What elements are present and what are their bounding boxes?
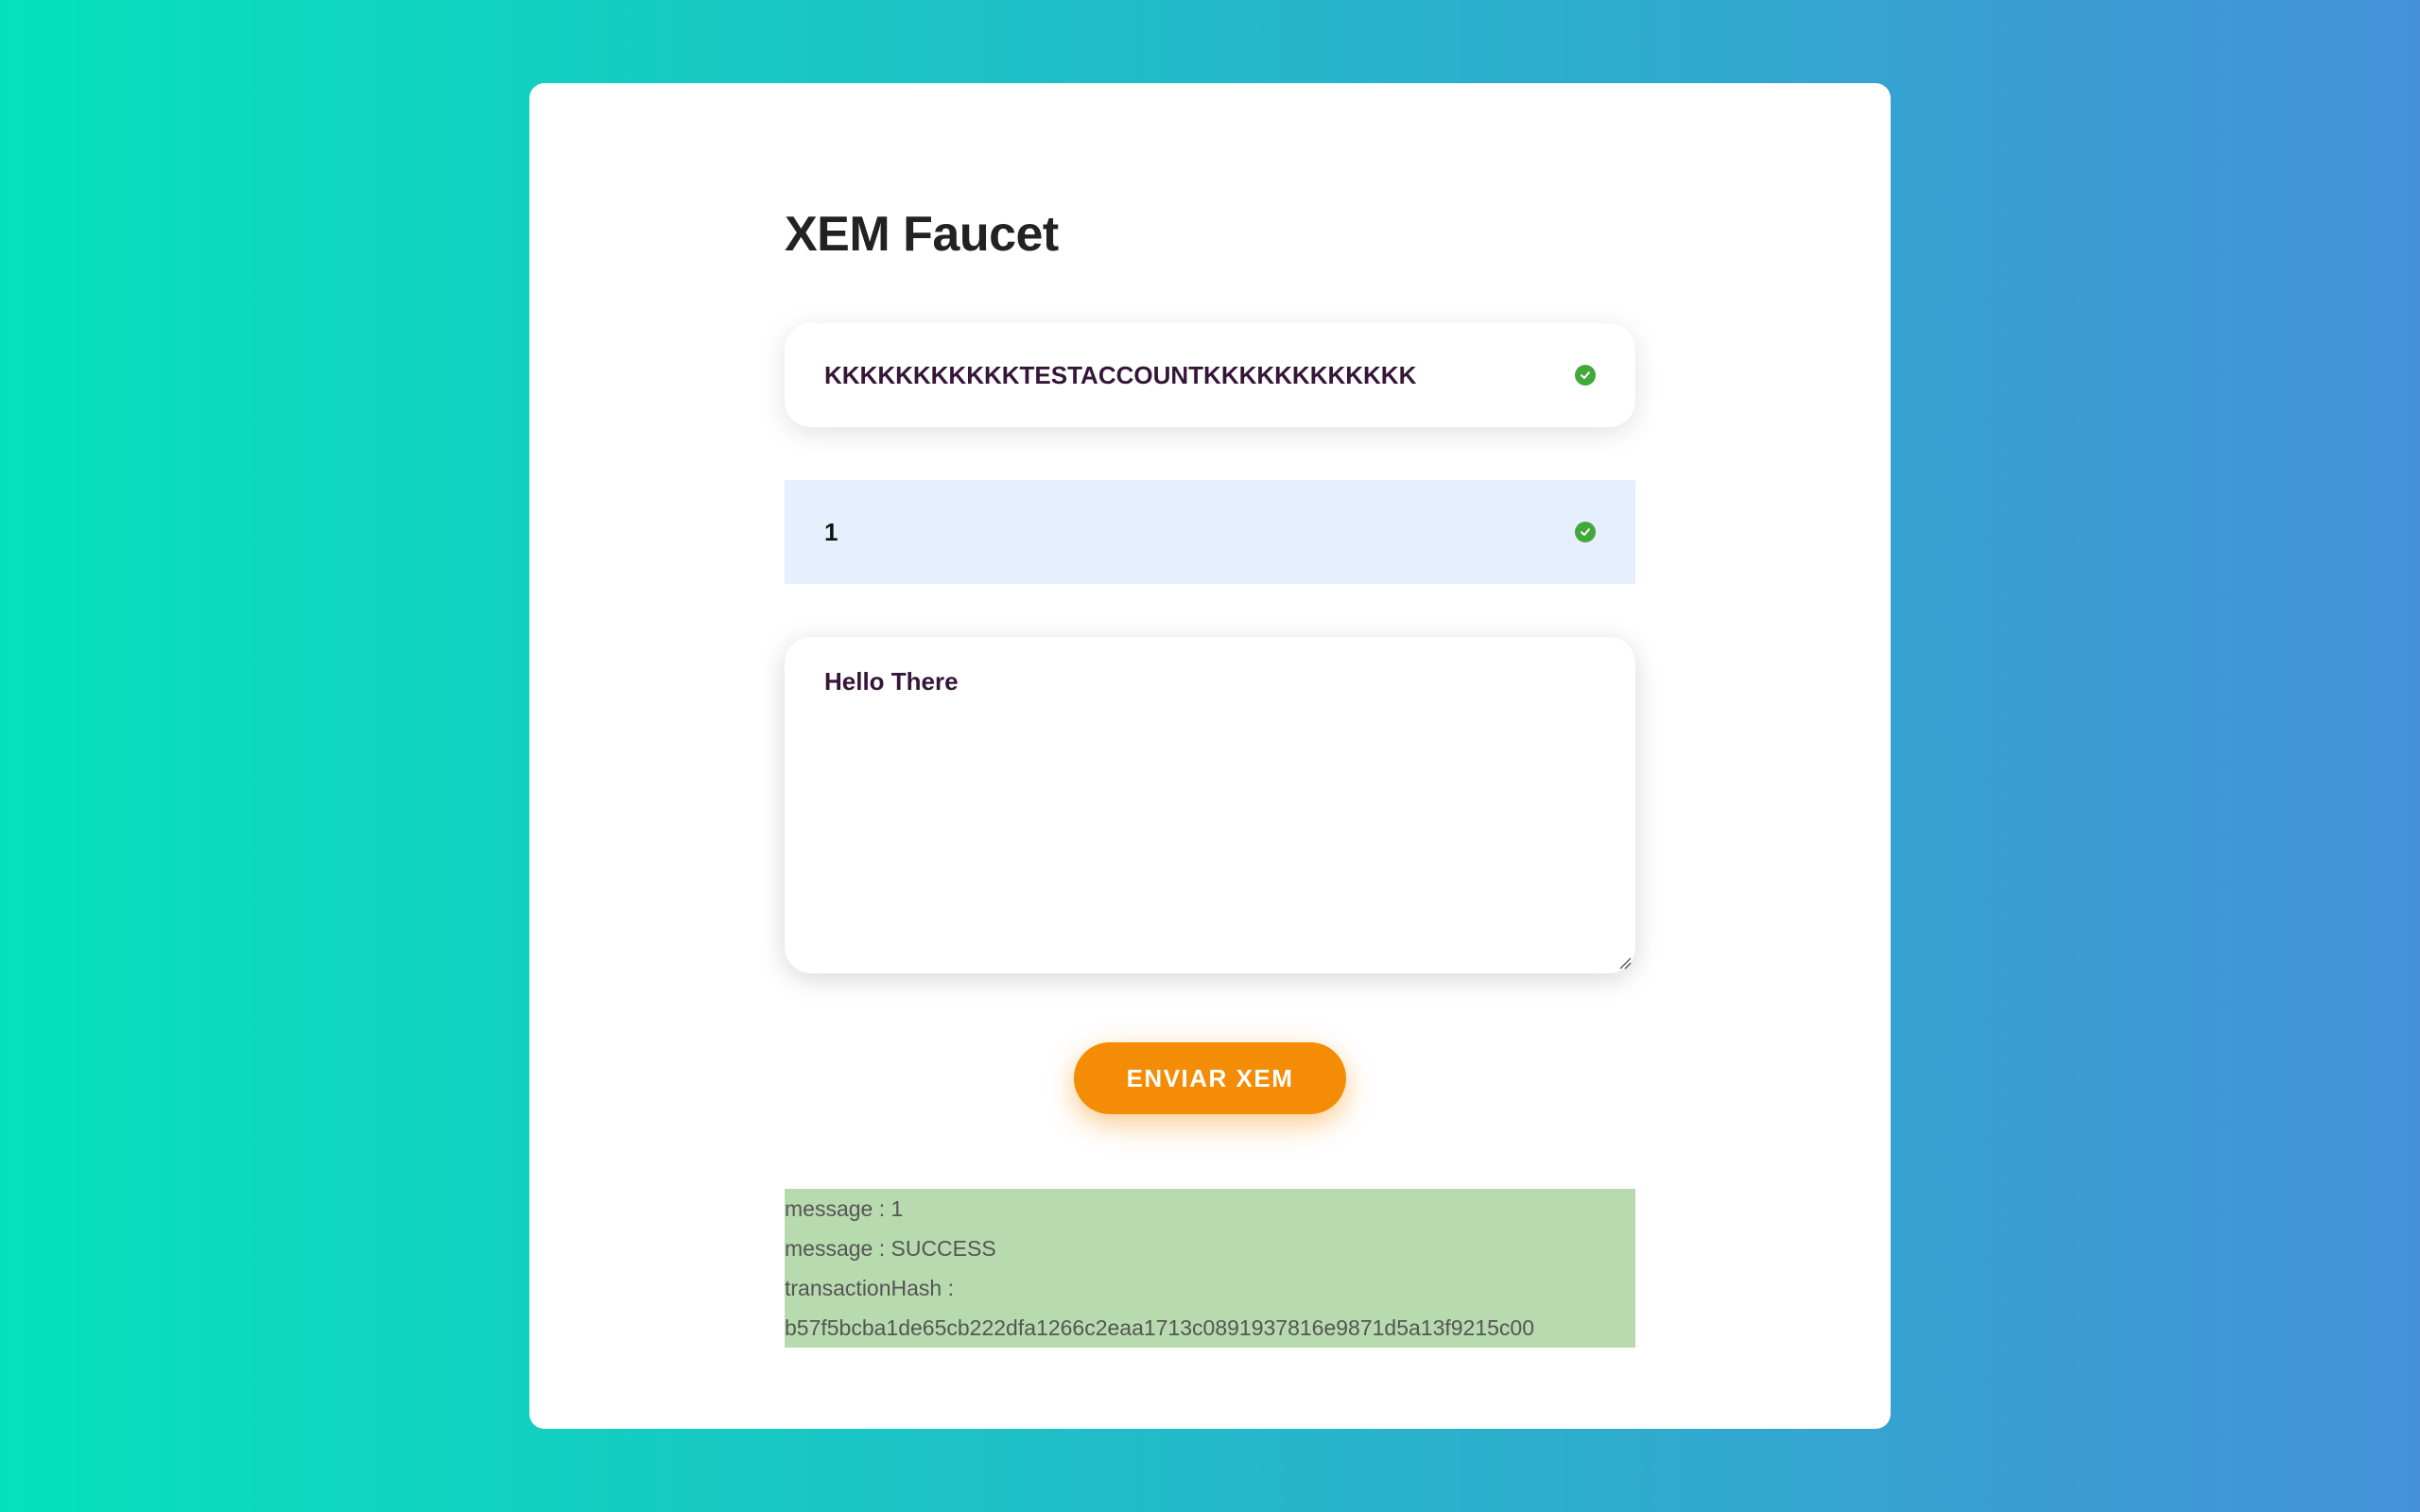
page-title: XEM Faucet <box>785 207 1059 262</box>
response-panel: message : 1 message : SUCCESS transactio… <box>785 1189 1635 1348</box>
response-line: message : SUCCESS <box>785 1236 996 1261</box>
address-input-value[interactable]: KKKKKKKKKKKTESTACCOUNTKKKKKKKKKKKK <box>824 361 1575 390</box>
message-textarea[interactable]: Hello There <box>785 637 1635 973</box>
check-circle-icon <box>1575 522 1596 542</box>
address-input[interactable]: KKKKKKKKKKKTESTACCOUNTKKKKKKKKKKKK <box>785 323 1635 427</box>
resize-handle-icon[interactable] <box>1618 956 1632 970</box>
response-line: message : 1 <box>785 1196 904 1221</box>
amount-input-value[interactable]: 1 <box>824 518 1575 547</box>
faucet-card: XEM Faucet KKKKKKKKKKKTESTACCOUNTKKKKKKK… <box>529 83 1891 1429</box>
message-textarea-value[interactable]: Hello There <box>824 667 959 696</box>
transaction-hash: b57f5bcba1de65cb222dfa1266c2eaa1713c0891… <box>785 1315 1534 1340</box>
check-circle-icon <box>1575 365 1596 386</box>
amount-input[interactable]: 1 <box>785 480 1635 584</box>
send-xem-button[interactable]: ENVIAR XEM <box>1074 1042 1346 1114</box>
response-line: transactionHash : <box>785 1276 954 1300</box>
